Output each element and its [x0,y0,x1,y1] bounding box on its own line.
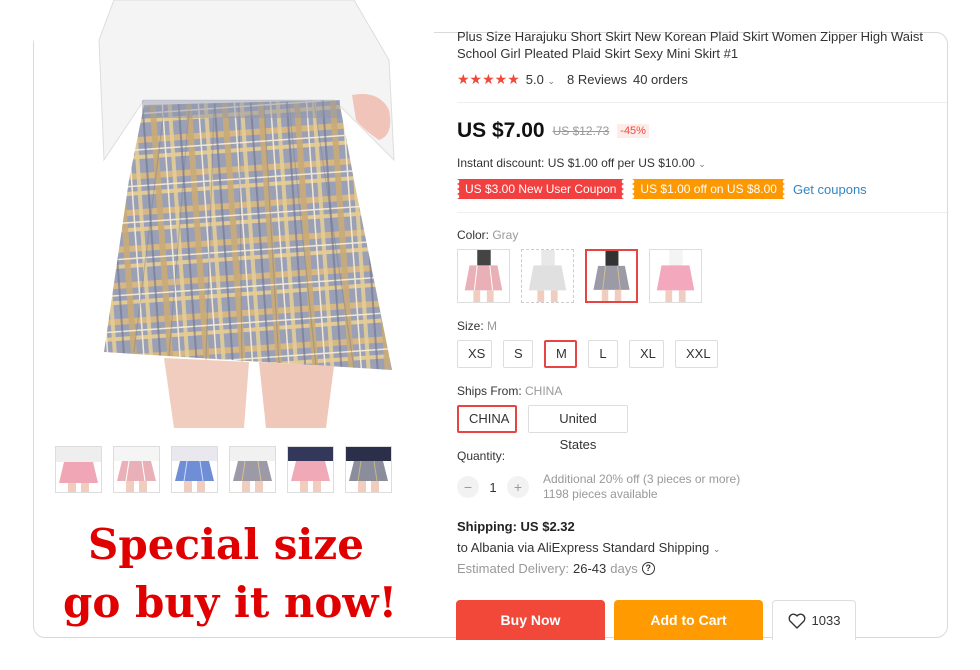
quantity-stepper: − 1 + Additional 20% off (3 pieces or mo… [457,472,740,502]
ships-from-label: Ships From: CHINA [457,384,563,398]
chevron-down-icon: ⌄ [547,76,556,86]
size-label: Size: M [457,319,498,333]
size-option-s[interactable]: S [503,340,533,368]
help-icon[interactable]: ? [641,562,655,575]
divider [457,212,949,213]
quantity-decrease-button[interactable]: − [457,476,479,498]
rating-value[interactable]: 5.0 ⌄ [526,72,555,87]
main-product-image[interactable] [34,0,434,428]
color-selected-value: Gray [492,228,519,242]
rating-row: ★★★★★ 5.0 ⌄ 8 Reviews 40 orders [457,71,688,88]
shipping-cost: Shipping: US $2.32 [457,519,575,534]
coupon-row: US $3.00 New User Coupon US $1.00 off on… [457,179,867,199]
reviews-link[interactable]: 8 Reviews [567,72,627,87]
quantity-input[interactable]: 1 [479,480,507,495]
thumbnail-blue-plaid[interactable] [171,446,218,493]
product-title: Plus Size Harajuku Short Skirt New Korea… [457,29,924,61]
color-swatch-pink-plaid[interactable] [457,249,510,303]
add-to-cart-button[interactable]: Add to Cart [614,600,763,640]
size-option-xl[interactable]: XL [629,340,664,368]
ships-from-options: CHINA United States [457,405,628,452]
color-swatch-pink[interactable] [649,249,702,303]
color-swatches [457,249,702,303]
size-option-xxl[interactable]: XXL [675,340,718,368]
quantity-note: Additional 20% off (3 pieces or more) 11… [543,472,741,501]
wishlist-button[interactable]: 1033 [772,600,856,640]
price-row: US $7.00 US $12.73 -45% [457,119,649,143]
thumbnail-gray-plaid[interactable] [229,446,276,493]
ships-from-china[interactable]: CHINA [457,405,517,433]
chevron-down-icon: ⌄ [712,544,721,554]
thumbnail-dark-plaid[interactable] [345,446,392,493]
action-buttons: Buy Now Add to Cart 1033 [456,600,856,640]
shipping-route[interactable]: to Albania via AliExpress Standard Shipp… [457,540,720,555]
promo-text-line-1: Special size [88,520,364,569]
ships-from-united-states[interactable]: United States [528,405,628,452]
orders-count: 40 orders [632,72,688,87]
store-coupon[interactable]: US $1.00 off on US $8.00 [632,179,785,199]
size-option-m[interactable]: M [544,340,577,368]
star-rating-icon: ★★★★★ [457,71,520,87]
thumbnail-pink-plaid[interactable] [113,446,160,493]
skirt-photo [34,0,434,428]
thumbnail-pink-model[interactable] [287,446,334,493]
size-option-l[interactable]: L [588,340,618,368]
quantity-label: Quantity: [457,449,506,463]
size-option-xs[interactable]: XS [457,340,492,368]
thumbnail-strip [55,446,392,493]
buy-now-button[interactable]: Buy Now [456,600,605,640]
size-selected-value: M [487,319,498,333]
color-label: Color: Gray [457,228,519,242]
current-price: US $7.00 [457,119,545,142]
discount-badge: -45% [617,124,649,138]
thumbnail-pink-skirt[interactable] [55,446,102,493]
new-user-coupon[interactable]: US $3.00 New User Coupon [457,179,624,199]
color-swatch-gray-plaid[interactable] [585,249,638,303]
chevron-down-icon: ⌄ [698,159,706,169]
color-swatch-white[interactable] [521,249,574,303]
size-options: XS S M L XL XXL [457,340,718,368]
get-coupons-link[interactable]: Get coupons [793,182,867,197]
original-price: US $12.73 [552,124,610,138]
wishlist-count: 1033 [811,613,841,628]
ships-from-selected-value: CHINA [525,384,563,398]
estimated-delivery: Estimated Delivery: 26-43 days ? [457,561,655,576]
instant-discount[interactable]: Instant discount: US $1.00 off per US $1… [457,156,706,170]
delivery-days: 26-43 [572,561,607,576]
promo-text-line-2: go buy it now! [62,578,398,627]
divider [457,102,949,103]
heart-icon [788,613,805,629]
quantity-increase-button[interactable]: + [507,476,529,498]
